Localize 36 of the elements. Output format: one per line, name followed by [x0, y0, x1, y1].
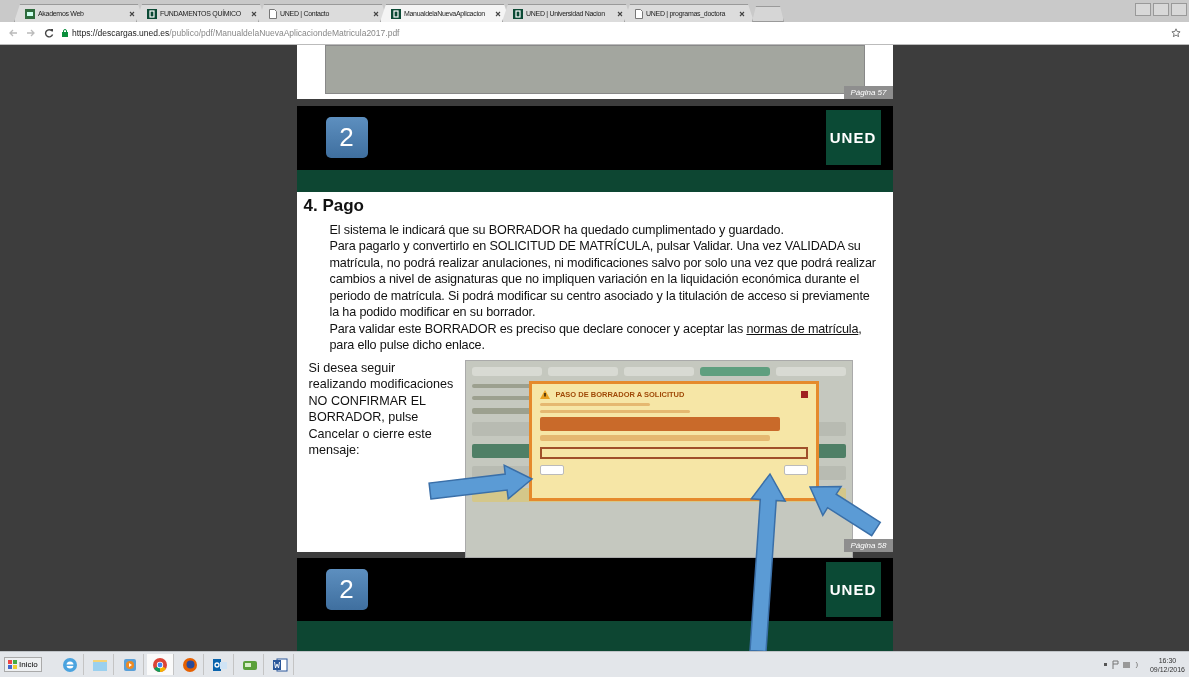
slide-number: 2: [325, 117, 368, 159]
page-number: Página 57: [844, 86, 893, 100]
start-button[interactable]: Inicio: [4, 657, 42, 672]
star-icon[interactable]: [1171, 28, 1181, 38]
section-heading: 4. Pago: [303, 195, 365, 216]
page-number: Página 58: [844, 538, 893, 552]
university-icon: [147, 8, 157, 19]
uned-logo: UNED: [825, 110, 881, 166]
uned-logo: UNED: [825, 562, 881, 618]
lock-icon: [62, 29, 68, 37]
close-icon: [800, 390, 808, 398]
mail-client-icon[interactable]: [211, 656, 228, 673]
akademos-icon: [25, 8, 35, 19]
media-player-icon[interactable]: [121, 656, 138, 673]
university-icon: [391, 8, 401, 19]
windows-icon: [8, 660, 17, 669]
close-icon[interactable]: [495, 10, 501, 17]
page-icon: [269, 8, 277, 19]
close-icon[interactable]: [251, 10, 257, 17]
close-icon[interactable]: [739, 10, 745, 17]
browser-e-icon[interactable]: [61, 656, 78, 673]
close-icon[interactable]: [129, 10, 135, 17]
side-note: Si desea seguir realizando modificaciones NO CONFIRMAR EL BORRADOR, pulse Cancelar o cierre este mensaje:: [308, 359, 455, 460]
word-icon[interactable]: [271, 656, 288, 673]
body-paragraph: El sistema le indicará que su BORRADOR ha quedado cumplimentado y guardado.: [329, 221, 785, 238]
close-icon[interactable]: [373, 10, 379, 17]
university-icon: [513, 8, 523, 19]
body-paragraph: Para validar este BORRADOR es preciso que declare conocer y aceptar las normas de matrícula, para ello pulse dicho enlace.: [329, 320, 863, 354]
slide-number: 2: [325, 569, 368, 611]
close-icon[interactable]: [617, 10, 623, 17]
reload-icon[interactable]: [44, 28, 54, 38]
warning-icon: [539, 389, 550, 399]
body-paragraph: Para pagarlo y convertirlo en SOLICITUD DE MATRÍCULA, pulsar Validar. Una vez VALIDADA su matrícula, no podrá realizar anulaciones, ni modificaciones salvo por solo una vez que podrá realizar cambios a nivel de asignaturas que no impliquen variación en la liquidación económica durante el periodo de matrícula. Si podrá modificar su centro asociado y la titulación de acceso si previamente la ha podido modificar en su borrador.: [329, 238, 877, 321]
chrome-icon[interactable]: [151, 656, 168, 673]
firefox-icon[interactable]: [181, 656, 198, 673]
page-icon: [635, 8, 643, 19]
